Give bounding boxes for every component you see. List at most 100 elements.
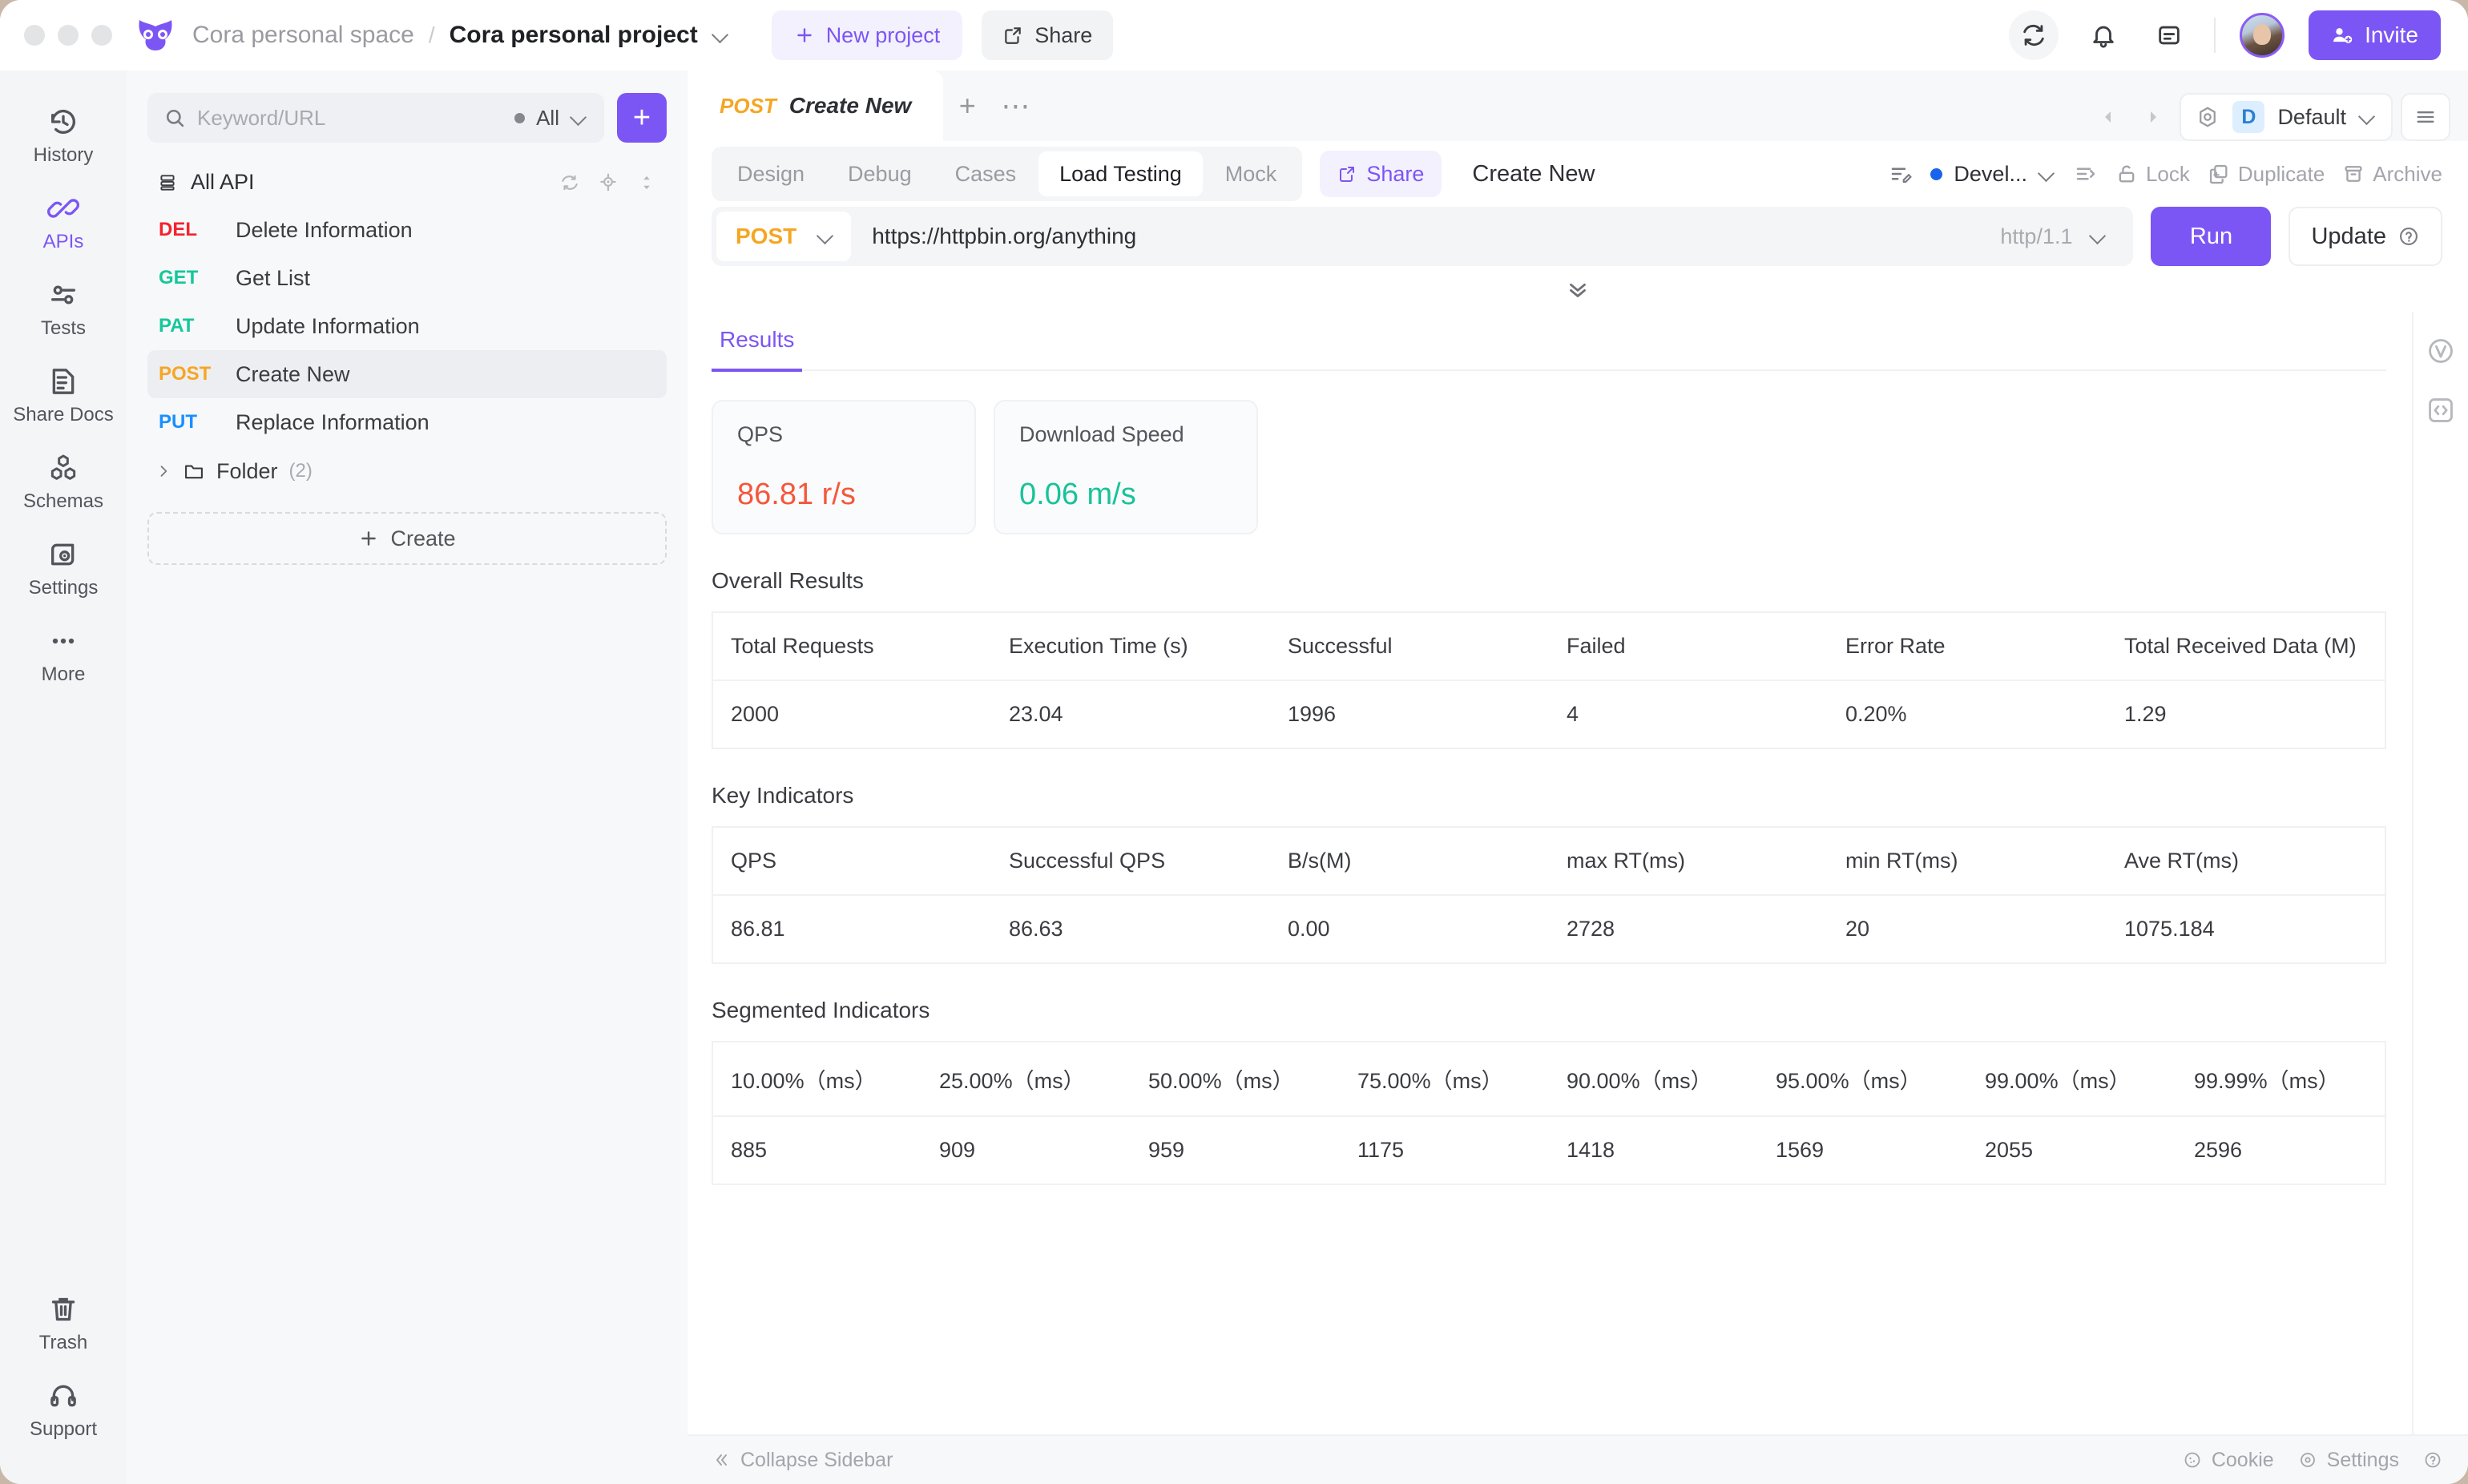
project-chevron-down-icon[interactable] — [712, 26, 730, 44]
notifications-button[interactable] — [2083, 14, 2124, 56]
sidebar-item-history[interactable]: History — [0, 91, 127, 178]
collapse-sidebar-button[interactable]: Collapse Sidebar — [712, 1449, 893, 1472]
code-snippet-button[interactable] — [2423, 393, 2458, 428]
table-cell: 86.81 — [731, 917, 785, 941]
status-chevron-down-icon[interactable] — [2039, 165, 2056, 183]
table-cell: 0.00 — [1288, 917, 1330, 941]
tab-overflow-button[interactable]: ⋯ — [991, 71, 1039, 141]
api-status-selector[interactable]: Devel... — [1930, 162, 2056, 187]
indent-icon[interactable] — [2074, 162, 2098, 186]
key-indicators-table: QPS Successful QPS B/s(M) max RT(ms) min… — [712, 826, 2386, 964]
sync-button[interactable] — [2009, 10, 2059, 60]
sidebar-item-schemas[interactable]: Schemas — [0, 438, 127, 524]
share-api-label: Share — [1366, 161, 1425, 186]
search-input[interactable] — [197, 105, 504, 131]
tab-next-button[interactable] — [2135, 99, 2172, 135]
close-button[interactable] — [24, 25, 45, 46]
version-button[interactable] — [2423, 333, 2458, 369]
sidebar-label-history: History — [33, 144, 94, 166]
table-cell: 0.20% — [1845, 702, 1907, 726]
url-input[interactable] — [851, 224, 2001, 249]
api-node-update-information[interactable]: PAT Update Information — [147, 302, 667, 350]
share-project-button[interactable]: Share — [982, 10, 1114, 60]
environment-menu-button[interactable] — [2401, 93, 2450, 141]
refresh-icon[interactable] — [559, 172, 580, 193]
sidebar-item-settings[interactable]: Settings — [0, 524, 127, 611]
environment-selector[interactable]: D Default — [2180, 93, 2393, 141]
window-controls[interactable] — [24, 25, 112, 46]
avatar[interactable] — [2240, 13, 2285, 58]
maximize-button[interactable] — [91, 25, 112, 46]
sidebar-item-support[interactable]: Support — [0, 1365, 127, 1452]
archive-button[interactable]: Archive — [2342, 162, 2442, 187]
minimize-button[interactable] — [58, 25, 79, 46]
sidebar-item-trash[interactable]: Trash — [0, 1279, 127, 1365]
content-wrap: Results QPS 86.81 r/s Download Speed 0.0… — [688, 313, 2468, 1434]
tab-debug[interactable]: Debug — [827, 151, 933, 196]
sidebar-item-tests[interactable]: Tests — [0, 264, 127, 351]
notes-button[interactable] — [2148, 14, 2190, 56]
method-chevron-down-icon[interactable] — [817, 228, 835, 245]
sidebar-item-share-docs[interactable]: Share Docs — [0, 351, 127, 438]
settings-button[interactable]: Settings — [2298, 1449, 2399, 1472]
method-badge: GET — [159, 267, 199, 288]
sort-icon[interactable] — [636, 172, 657, 193]
filter-chevron-down-icon[interactable] — [571, 109, 588, 127]
lock-button[interactable]: Lock — [2115, 162, 2190, 187]
api-node-create-new[interactable]: POST Create New — [147, 350, 667, 398]
sidebar-item-more[interactable]: More — [0, 611, 127, 697]
tab-mock[interactable]: Mock — [1204, 151, 1298, 196]
add-api-button[interactable]: + — [617, 93, 667, 143]
table-cell: 1075.184 — [2124, 917, 2215, 941]
tab-results[interactable]: Results — [712, 313, 803, 372]
method-selector[interactable]: POST — [716, 212, 852, 261]
api-node-delete-information[interactable]: DEL Delete Information — [147, 206, 667, 254]
breadcrumb-space[interactable]: Cora personal space — [192, 22, 414, 49]
new-project-button[interactable]: New project — [771, 10, 963, 60]
create-button[interactable]: Create — [147, 512, 667, 565]
duplicate-label: Duplicate — [2237, 161, 2325, 186]
help-icon[interactable] — [2397, 225, 2420, 248]
column-header: max RT(ms) — [1549, 827, 1828, 896]
api-link-icon — [47, 199, 79, 218]
api-node-get-list[interactable]: GET Get List — [147, 254, 667, 302]
run-button[interactable]: Run — [2151, 207, 2272, 266]
divider — [2214, 18, 2216, 53]
breadcrumb-project[interactable]: Cora personal project — [450, 22, 698, 49]
duplicate-button[interactable]: Duplicate — [2208, 162, 2325, 187]
column-header: Execution Time (s) — [991, 612, 1270, 681]
protocol-label: http/1.1 — [2000, 224, 2073, 248]
api-node-replace-information[interactable]: PUT Replace Information — [147, 398, 667, 446]
protocol-selector[interactable]: http/1.1 — [2000, 224, 2128, 249]
locate-icon[interactable] — [598, 172, 619, 193]
share-api-button[interactable]: Share — [1320, 151, 1442, 197]
table-cell: 2055 — [1985, 1138, 2034, 1162]
metric-value: 0.06 m/s — [1019, 478, 1136, 511]
filter-label[interactable]: All — [536, 106, 559, 131]
sidebar-item-apis[interactable]: APIs — [0, 178, 127, 264]
tab-prev-button[interactable] — [2090, 99, 2127, 135]
edit-list-icon[interactable] — [1889, 162, 1913, 186]
invite-button[interactable]: Invite — [2309, 10, 2441, 60]
cookie-label: Cookie — [2211, 1448, 2274, 1471]
cookie-button[interactable]: Cookie — [2183, 1449, 2274, 1472]
collapse-request-button[interactable] — [688, 266, 2468, 313]
table-cell: 1569 — [1776, 1138, 1825, 1162]
api-node-folder[interactable]: Folder (2) — [147, 446, 667, 496]
update-button[interactable]: Update — [2289, 207, 2442, 266]
status-bar: Collapse Sidebar Cookie Settings — [688, 1434, 2468, 1484]
tab-load-testing[interactable]: Load Testing — [1038, 151, 1203, 196]
results-content: Results QPS 86.81 r/s Download Speed 0.0… — [688, 313, 2412, 1434]
api-name-input[interactable] — [1459, 160, 1872, 188]
environment-chevron-down-icon[interactable] — [2359, 108, 2377, 126]
request-subtabs: Design Debug Cases Load Testing Mock — [712, 147, 1303, 201]
app-logo-owl-icon — [139, 20, 172, 50]
new-tab-button[interactable]: + — [943, 71, 991, 141]
api-search-box[interactable]: All — [147, 93, 604, 143]
tab-cases[interactable]: Cases — [934, 151, 1038, 196]
tab-design[interactable]: Design — [716, 151, 825, 196]
chevron-right-icon[interactable] — [155, 463, 171, 479]
help-button[interactable] — [2423, 1450, 2442, 1470]
protocol-chevron-down-icon[interactable] — [2090, 228, 2107, 245]
tab-create-new[interactable]: POST Create New — [688, 71, 944, 141]
